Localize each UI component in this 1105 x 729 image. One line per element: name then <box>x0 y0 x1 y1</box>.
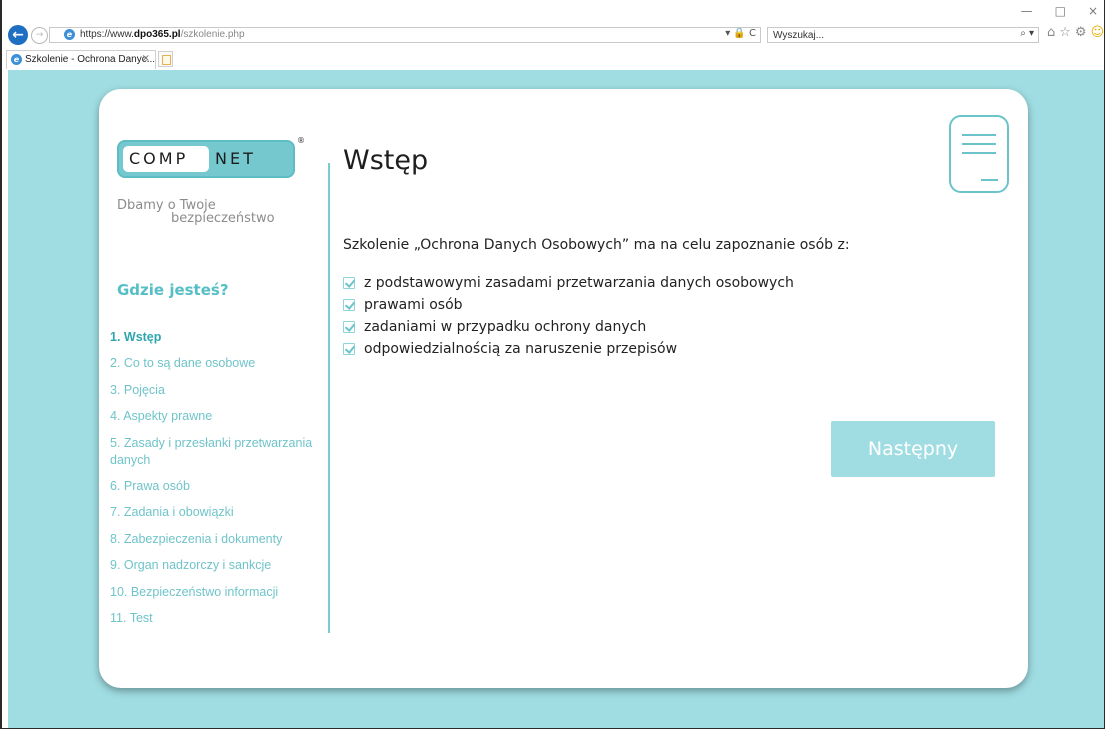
next-button[interactable]: Następny <box>831 421 995 477</box>
goals-list: z podstawowymi zasadami przetwarzania da… <box>343 272 794 360</box>
checkbox-checked-icon <box>343 321 355 333</box>
minimize-icon[interactable]: — <box>1021 4 1033 18</box>
compnet-logo: COMP NET <box>117 140 295 178</box>
page-title: Wstęp <box>343 145 429 176</box>
goal-text: z podstawowymi zasadami przetwarzania da… <box>364 275 794 291</box>
document-line <box>962 134 996 136</box>
close-icon[interactable]: × <box>1088 4 1098 18</box>
settings-icon[interactable]: ⚙ <box>1075 25 1087 40</box>
goal-item: prawami osób <box>343 294 794 316</box>
goal-item: zadaniami w przypadku ochrony danych <box>343 316 794 338</box>
new-tab-button[interactable] <box>158 51 173 67</box>
logo-text-net: NET <box>215 149 256 168</box>
url-domain: dpo365.pl <box>133 29 181 40</box>
toc-item-pojecia[interactable]: 3. Pojęcia <box>110 382 320 399</box>
toc-item-zadania[interactable]: 7. Zadania i obowiązki <box>110 504 320 521</box>
search-bar[interactable]: ⌕ ▾ <box>767 27 1039 43</box>
browser-chrome: — □ × ← → e https://www.dpo365.pl/szkole… <box>2 0 1104 69</box>
tab-szkolenie[interactable]: e Szkolenie - Ochrona Danyc... × <box>6 50 156 69</box>
toc-item-test[interactable]: 11. Test <box>110 610 320 627</box>
toc-item-zabezpieczenia[interactable]: 8. Zabezpieczenia i dokumenty <box>110 531 320 548</box>
url-text[interactable]: https://www.dpo365.pl/szkolenie.php <box>80 29 245 40</box>
intro-text: Szkolenie „Ochrona Danych Osobowych” ma … <box>343 237 850 253</box>
goal-text: zadaniami w przypadku ochrony danych <box>364 319 647 335</box>
checkbox-checked-icon <box>343 343 355 355</box>
goal-text: prawami osób <box>364 297 463 313</box>
favorites-icon[interactable]: ☆ <box>1059 25 1071 40</box>
toc-item-zasady[interactable]: 5. Zasady i przesłanki przetwarzania dan… <box>110 435 320 469</box>
document-line <box>981 179 998 181</box>
document-line <box>962 143 996 145</box>
goal-text: odpowiedzialnością za naruszenie przepis… <box>364 341 678 357</box>
url-path: /szkolenie.php <box>180 29 245 40</box>
url-protocol: https://www. <box>80 29 134 40</box>
logo-text-comp: COMP <box>129 149 189 168</box>
checkbox-checked-icon <box>343 299 355 311</box>
goal-item: odpowiedzialnością za naruszenie przepis… <box>343 338 794 360</box>
forward-button[interactable]: → <box>31 27 48 44</box>
back-button[interactable]: ← <box>8 25 28 45</box>
table-of-contents: 1. Wstęp 2. Co to są dane osobowe 3. Poj… <box>110 329 320 636</box>
navigation-row: ← → e https://www.dpo365.pl/szkolenie.ph… <box>2 25 1104 51</box>
course-card: COMP NET ® Dbamy o Twoje bezpieczeństwo … <box>99 89 1028 688</box>
tab-title: Szkolenie - Ochrona Danyc... <box>25 54 156 65</box>
title-bar <box>2 0 1104 20</box>
sidebar-divider <box>328 163 330 633</box>
toc-item-bezpieczenstwo[interactable]: 10. Bezpieczeństwo informacji <box>110 584 320 601</box>
toolbar-icons: ⌂ ☆ ⚙ ☺ <box>1047 25 1104 40</box>
ie-icon: e <box>64 29 75 40</box>
tagline-line2: bezpieczeństwo <box>171 211 275 226</box>
tab-row: e Szkolenie - Ochrona Danyc... × <box>2 50 1104 70</box>
checkbox-checked-icon <box>343 277 355 289</box>
toc-item-organ-nadzorczy[interactable]: 9. Organ nadzorczy i sankcje <box>110 557 320 574</box>
address-bar[interactable]: e https://www.dpo365.pl/szkolenie.php ▾ … <box>49 27 761 43</box>
back-arrow-icon: ← <box>12 27 24 43</box>
maximize-icon[interactable]: □ <box>1055 4 1066 18</box>
tagline: Dbamy o Twoje bezpieczeństwo <box>117 199 307 225</box>
where-are-you-heading: Gdzie jesteś? <box>117 281 229 299</box>
toc-item-aspekty-prawne[interactable]: 4. Aspekty prawne <box>110 408 320 425</box>
toc-item-wstep[interactable]: 1. Wstęp <box>110 329 320 346</box>
toc-item-prawa-osob[interactable]: 6. Prawa osób <box>110 478 320 495</box>
home-icon[interactable]: ⌂ <box>1047 25 1055 40</box>
address-controls[interactable]: ▾ 🔒 C <box>725 28 756 39</box>
goal-item: z podstawowymi zasadami przetwarzania da… <box>343 272 794 294</box>
page-viewport: COMP NET ® Dbamy o Twoje bezpieczeństwo … <box>8 70 1104 728</box>
registered-mark: ® <box>297 136 305 145</box>
ie-favicon-icon: e <box>11 54 22 65</box>
search-input[interactable] <box>773 29 983 41</box>
search-icon[interactable]: ⌕ ▾ <box>1020 28 1034 39</box>
feedback-icon[interactable]: ☺ <box>1091 25 1105 40</box>
document-icon <box>949 115 1009 193</box>
document-line <box>962 152 996 154</box>
forward-arrow-icon: → <box>35 30 44 40</box>
toc-item-dane-osobowe[interactable]: 2. Co to są dane osobowe <box>110 355 320 372</box>
window-controls: — □ × <box>1021 4 1098 18</box>
tab-close-icon[interactable]: × <box>142 53 150 64</box>
